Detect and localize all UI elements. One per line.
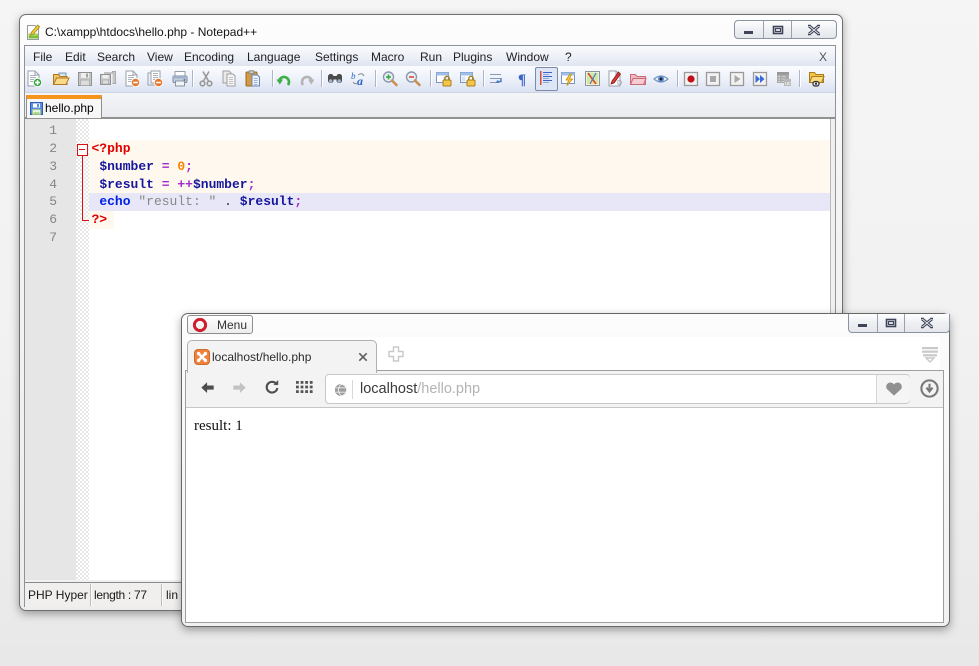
svg-text:D: D bbox=[617, 80, 622, 87]
svg-text:a: a bbox=[357, 74, 363, 88]
svg-text:b: b bbox=[351, 71, 356, 81]
svg-text:uc: uc bbox=[785, 81, 791, 87]
svg-text:¶: ¶ bbox=[518, 72, 526, 88]
